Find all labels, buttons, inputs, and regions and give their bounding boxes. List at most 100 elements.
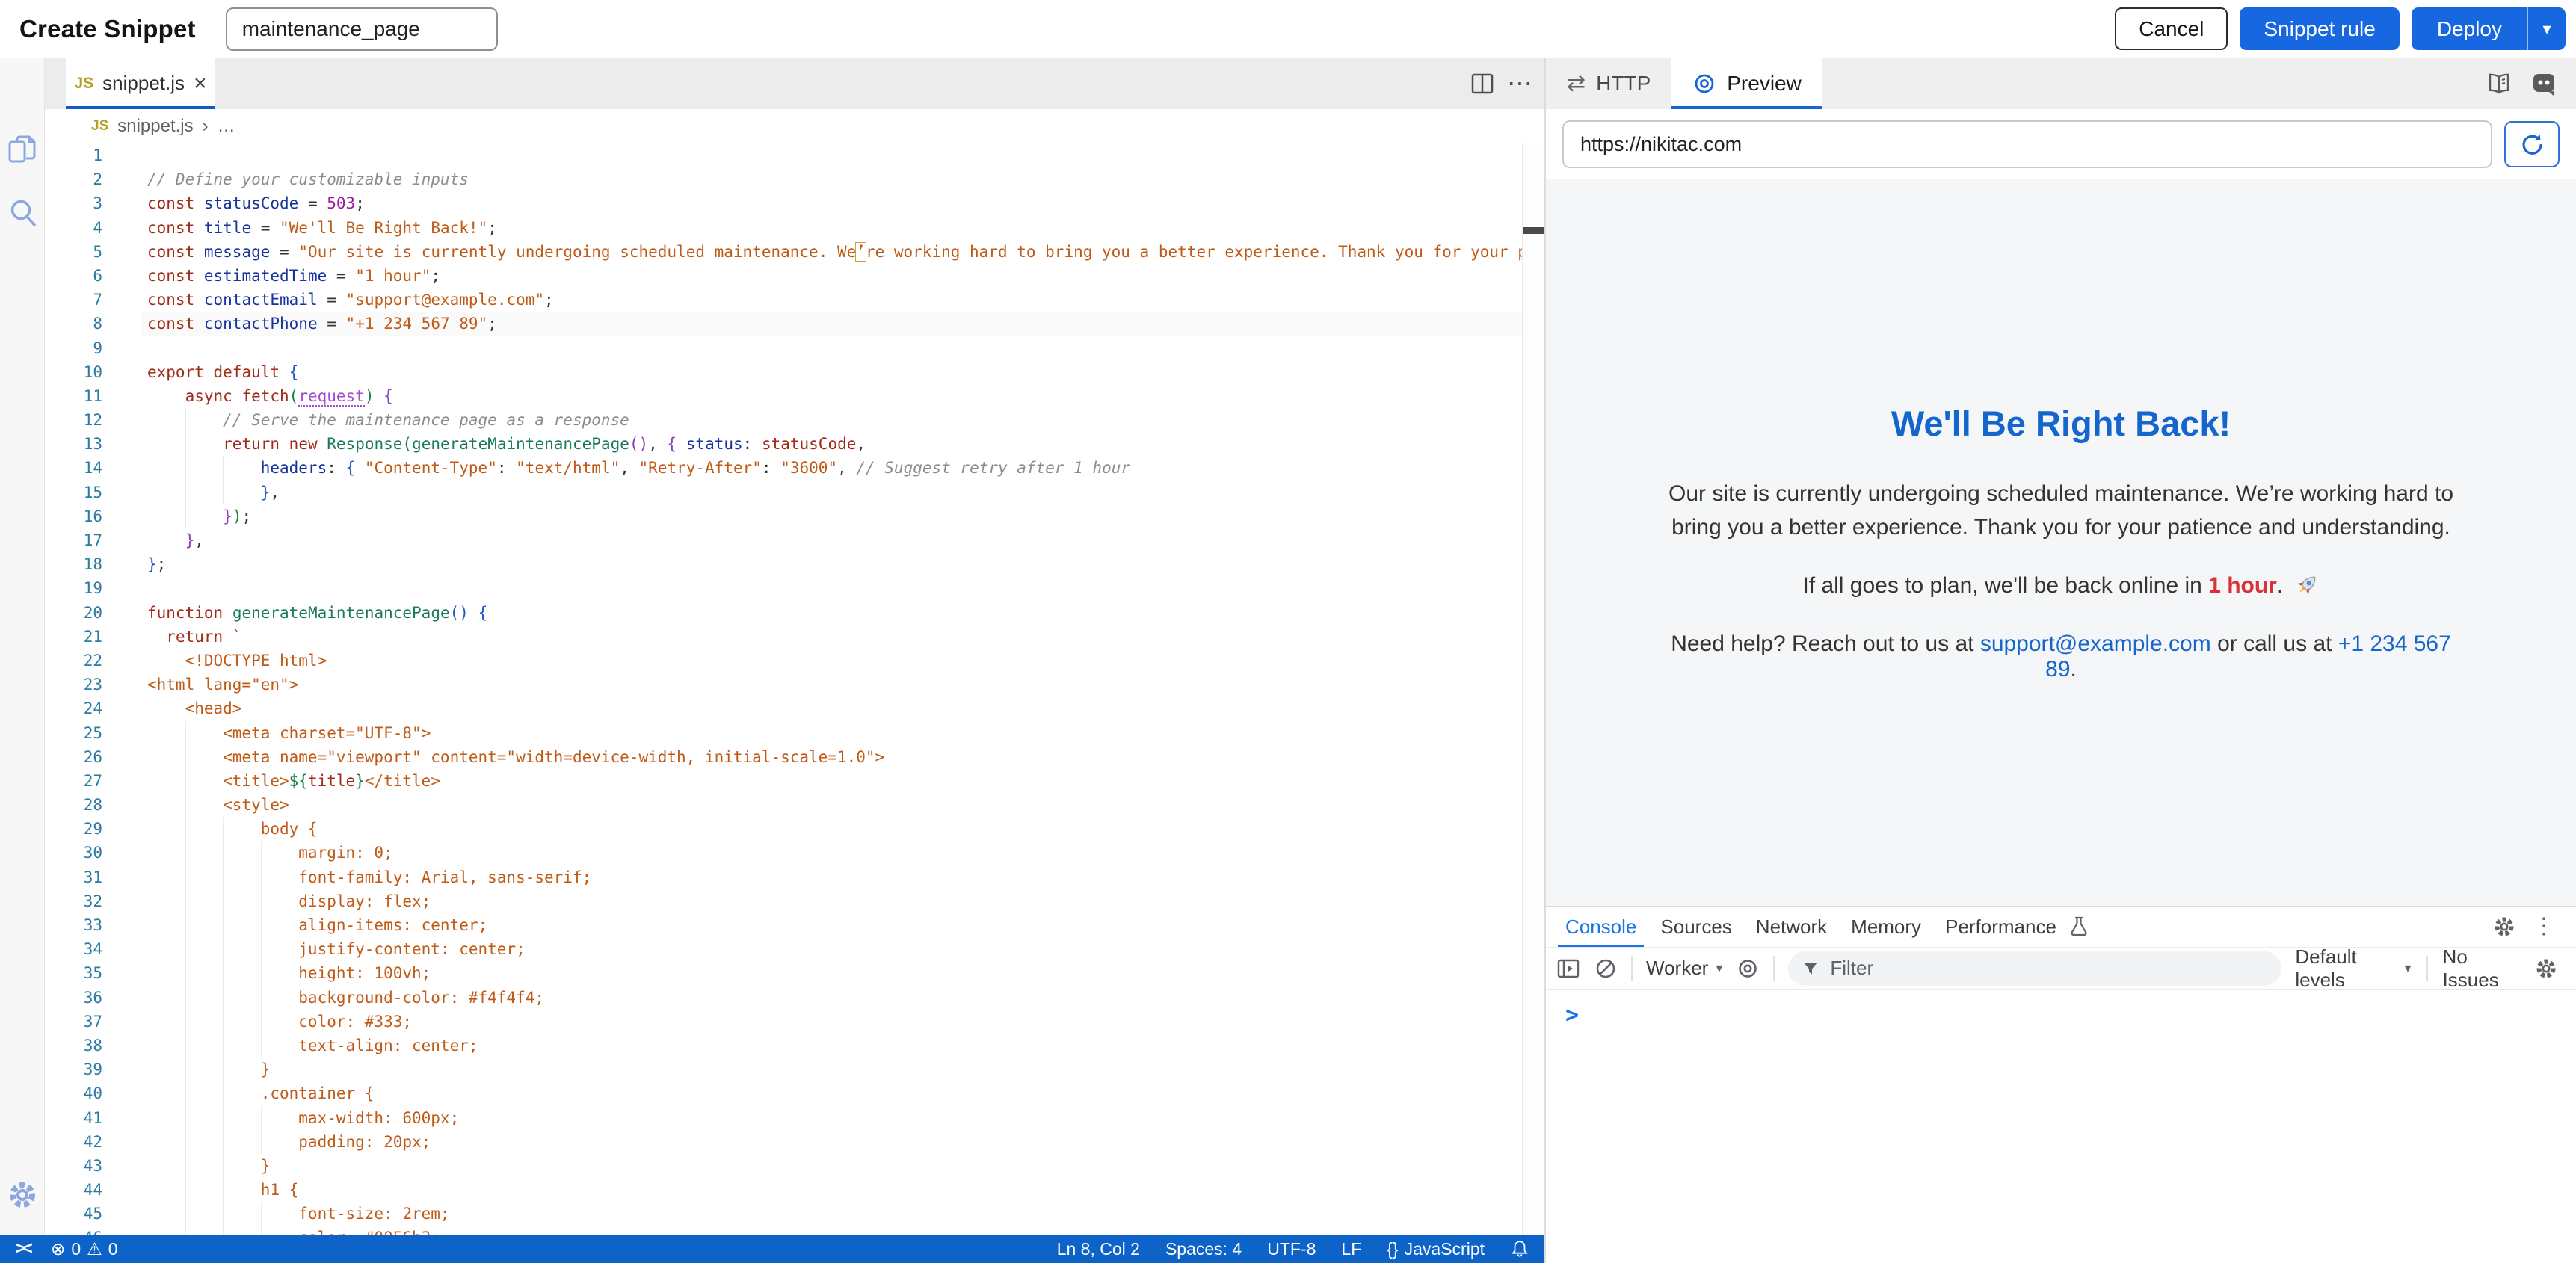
- code-line-text[interactable]: text-align: center;: [147, 1034, 478, 1057]
- line-number[interactable]: 8: [45, 312, 102, 336]
- docs-book-icon[interactable]: [2486, 71, 2512, 96]
- line-number[interactable]: 37: [45, 1010, 102, 1034]
- breadcrumb[interactable]: JS snippet.js › …: [45, 109, 1544, 143]
- code-line-text[interactable]: };: [147, 552, 166, 576]
- line-number[interactable]: 20: [45, 601, 102, 625]
- code-line-text[interactable]: display: flex;: [147, 889, 431, 913]
- code-line-text[interactable]: <!DOCTYPE html>: [147, 649, 327, 673]
- console-settings-gear-icon[interactable]: [2534, 957, 2558, 981]
- code-line[interactable]: 16 });: [45, 504, 1522, 528]
- code-line-text[interactable]: async fetch(request) {: [147, 384, 393, 408]
- code-line[interactable]: 17 },: [45, 528, 1522, 552]
- line-number[interactable]: 9: [45, 336, 102, 360]
- code-line[interactable]: 32 display: flex;: [45, 889, 1522, 913]
- code-line-text[interactable]: },: [147, 528, 204, 552]
- code-line-text[interactable]: background-color: #f4f4f4;: [147, 986, 544, 1010]
- tab-console[interactable]: Console: [1553, 907, 1648, 947]
- notifications-bell-icon[interactable]: [1510, 1239, 1529, 1259]
- line-number[interactable]: 21: [45, 625, 102, 649]
- more-actions-icon[interactable]: ⋯: [1507, 69, 1532, 99]
- experiments-flask-icon[interactable]: [2068, 915, 2089, 938]
- console-filter-input[interactable]: [1828, 956, 2268, 981]
- cursor-position[interactable]: Ln 8, Col 2: [1057, 1239, 1140, 1259]
- line-number[interactable]: 23: [45, 673, 102, 697]
- line-number[interactable]: 7: [45, 288, 102, 312]
- line-number[interactable]: 24: [45, 697, 102, 720]
- code-line[interactable]: 35 height: 100vh;: [45, 961, 1522, 985]
- code-line[interactable]: 24 <head>: [45, 697, 1522, 720]
- line-number[interactable]: 40: [45, 1081, 102, 1105]
- code-line-text[interactable]: color: #333;: [147, 1010, 412, 1034]
- line-number[interactable]: 27: [45, 769, 102, 793]
- code-line-text[interactable]: body {: [147, 817, 318, 841]
- line-number[interactable]: 17: [45, 528, 102, 552]
- code-line[interactable]: 29 body {: [45, 817, 1522, 841]
- line-number[interactable]: 43: [45, 1154, 102, 1178]
- code-line[interactable]: 36 background-color: #f4f4f4;: [45, 986, 1522, 1010]
- code-line-text[interactable]: <style>: [147, 793, 289, 817]
- code-line-text[interactable]: // Define your customizable inputs: [147, 167, 469, 191]
- code-line[interactable]: 12 // Serve the maintenance page as a re…: [45, 408, 1522, 432]
- code-line[interactable]: 25 <meta charset="UTF-8">: [45, 721, 1522, 745]
- code-line[interactable]: 31 font-family: Arial, sans-serif;: [45, 865, 1522, 889]
- code-line-text[interactable]: }: [147, 1057, 270, 1081]
- code-line[interactable]: 46 color: #0056b3;: [45, 1226, 1522, 1235]
- refresh-button[interactable]: [2504, 121, 2560, 167]
- line-number[interactable]: 33: [45, 913, 102, 937]
- language-mode[interactable]: {}JavaScript: [1387, 1239, 1485, 1259]
- code-line-text[interactable]: },: [147, 481, 280, 504]
- close-icon[interactable]: ×: [194, 72, 207, 95]
- code-line[interactable]: 39 }: [45, 1057, 1522, 1081]
- line-number[interactable]: 19: [45, 576, 102, 600]
- line-number[interactable]: 45: [45, 1202, 102, 1226]
- line-number[interactable]: 15: [45, 481, 102, 504]
- indentation-setting[interactable]: Spaces: 4: [1165, 1239, 1242, 1259]
- code-line-text[interactable]: .container {: [147, 1081, 374, 1105]
- line-number[interactable]: 18: [45, 552, 102, 576]
- breadcrumb-file[interactable]: snippet.js: [117, 116, 193, 137]
- code-line-text[interactable]: align-items: center;: [147, 913, 487, 937]
- console-prompt-row[interactable]: >: [1546, 990, 2576, 1028]
- line-number[interactable]: 16: [45, 504, 102, 528]
- code-line-text[interactable]: return new Response(generateMaintenanceP…: [147, 432, 866, 456]
- line-number[interactable]: 12: [45, 408, 102, 432]
- code-line-text[interactable]: return `: [147, 625, 241, 649]
- code-line[interactable]: 41 max-width: 600px;: [45, 1106, 1522, 1130]
- discord-icon[interactable]: [2531, 71, 2557, 96]
- code-line-text[interactable]: export default {: [147, 360, 298, 384]
- live-expression-eye-icon[interactable]: [1736, 957, 1760, 981]
- code-line[interactable]: 8 const contactPhone = "+1 234 567 89";: [45, 312, 1522, 336]
- line-number[interactable]: 13: [45, 432, 102, 456]
- line-number[interactable]: 36: [45, 986, 102, 1010]
- files-icon[interactable]: [6, 132, 39, 165]
- code-line-text[interactable]: const message = "Our site is currently u…: [147, 240, 1522, 264]
- code-line-text[interactable]: color: #0056b3;: [147, 1226, 440, 1235]
- code-line[interactable]: 4const title = "We'll Be Right Back!";: [45, 216, 1522, 240]
- code-line-text[interactable]: justify-content: center;: [147, 937, 526, 961]
- support-email-link[interactable]: support@example.com: [1980, 632, 2211, 656]
- code-line-text[interactable]: <meta name="viewport" content="width=dev…: [147, 745, 884, 769]
- code-line[interactable]: 27 <title>${title}</title>: [45, 769, 1522, 793]
- code-line-text[interactable]: <html lang="en">: [147, 673, 298, 697]
- code-line[interactable]: 33 align-items: center;: [45, 913, 1522, 937]
- log-levels-selector[interactable]: Default levels▾: [2295, 945, 2411, 992]
- line-number[interactable]: 46: [45, 1226, 102, 1235]
- snippet-name-input[interactable]: [226, 7, 498, 51]
- code-line[interactable]: 14 headers: { "Content-Type": "text/html…: [45, 456, 1522, 480]
- line-number[interactable]: 44: [45, 1178, 102, 1202]
- context-selector[interactable]: Worker▾: [1646, 957, 1722, 980]
- code-line[interactable]: 1: [45, 143, 1522, 167]
- code-line-text[interactable]: const contactPhone = "+1 234 567 89";: [147, 312, 497, 336]
- code-line-text[interactable]: }: [147, 1154, 270, 1178]
- code-line-text[interactable]: <title>${title}</title>: [147, 769, 440, 793]
- code-line-text[interactable]: <head>: [147, 697, 241, 720]
- editor-scrollbar[interactable]: [1522, 143, 1544, 1235]
- line-number[interactable]: 38: [45, 1034, 102, 1057]
- code-line-text[interactable]: headers: { "Content-Type": "text/html", …: [147, 456, 1130, 480]
- code-area[interactable]: 12// Define your customizable inputs3con…: [45, 143, 1522, 1235]
- line-number[interactable]: 28: [45, 793, 102, 817]
- line-number[interactable]: 30: [45, 841, 102, 865]
- code-line-text[interactable]: function generateMaintenancePage() {: [147, 601, 487, 625]
- code-line[interactable]: 26 <meta name="viewport" content="width=…: [45, 745, 1522, 769]
- code-line[interactable]: 9: [45, 336, 1522, 360]
